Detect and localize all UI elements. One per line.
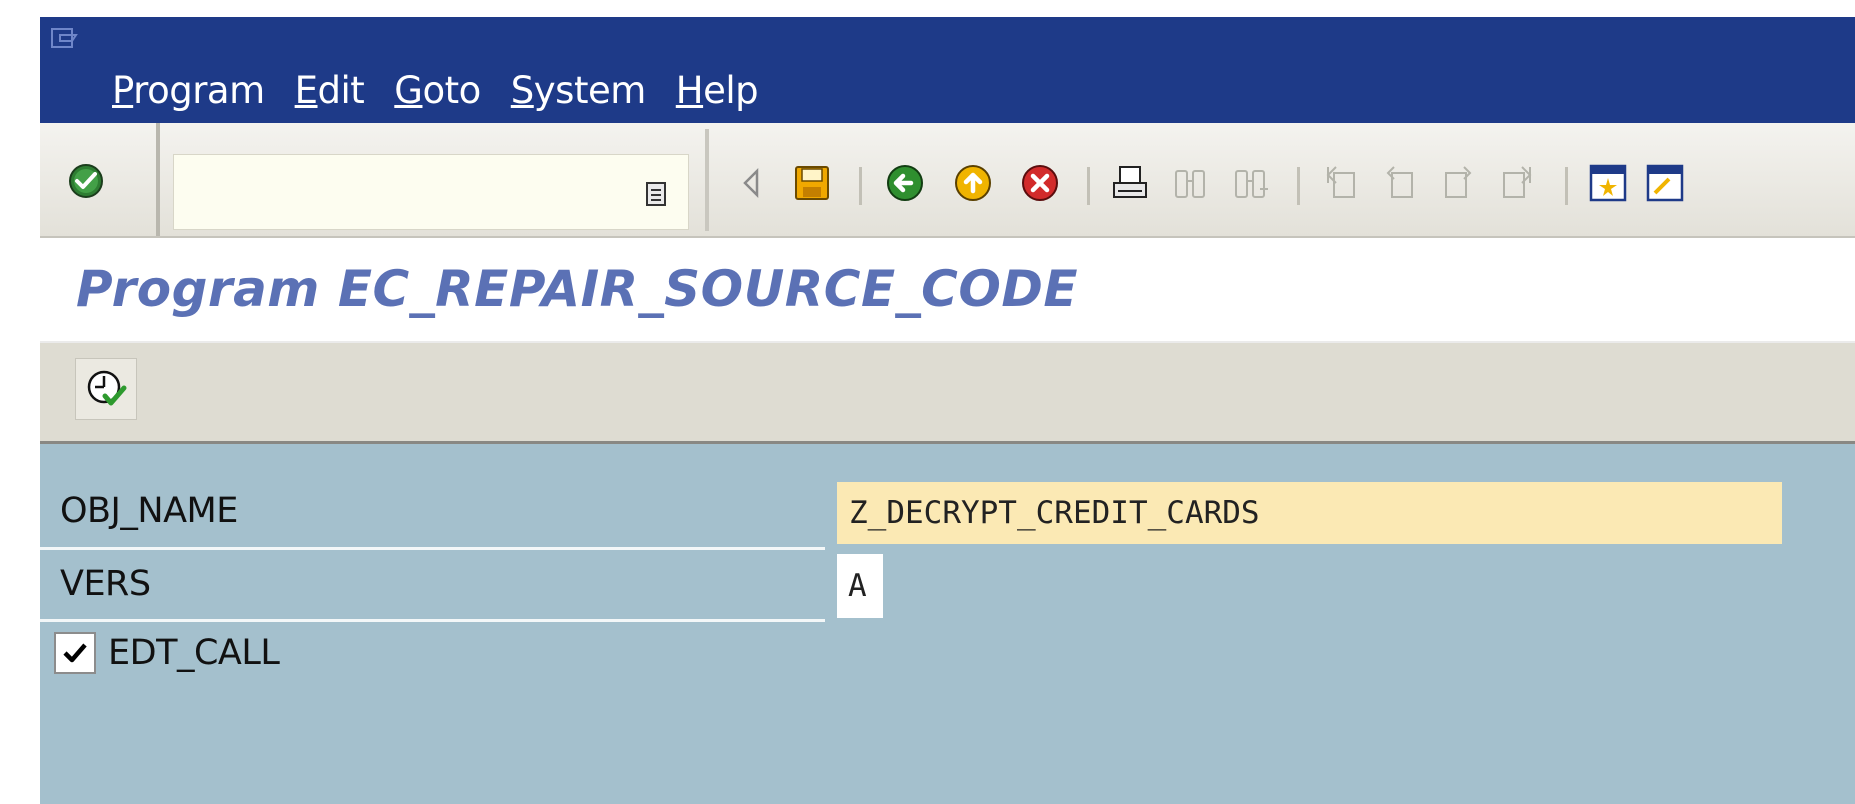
system-menu-icon[interactable] [50,25,78,51]
back-icon[interactable] [885,163,925,203]
selection-screen: OBJ_NAME Z_DECRYPT_CREDIT_CARDS VERS A E… [40,444,1855,804]
command-field-history-icon[interactable] [645,181,667,207]
exit-icon[interactable] [953,163,993,203]
toolbar-separator [1087,167,1090,205]
back-arrow-icon[interactable] [733,163,773,203]
obj-name-label: OBJ_NAME [60,491,238,531]
menu-edit[interactable]: Edit [295,69,365,113]
menu-help[interactable]: Help [676,69,759,113]
find-next-icon[interactable] [1230,163,1270,203]
next-page-icon[interactable] [1438,163,1478,203]
vers-input[interactable]: A [837,554,883,618]
previous-page-icon[interactable] [1380,163,1420,203]
command-field[interactable] [173,154,689,230]
menu-goto[interactable]: Goto [394,69,481,113]
print-icon[interactable] [1110,163,1150,203]
menu-system[interactable]: System [511,69,647,113]
menu: Program Edit Goto System Help [112,69,788,113]
edt-call-checkbox[interactable] [54,632,96,674]
save-icon[interactable] [792,163,832,203]
enter-icon[interactable] [68,163,104,199]
menu-program[interactable]: Program [112,69,265,113]
page-title: Program EC_REPAIR_SOURCE_CODE [76,260,1078,318]
toolbar-separator [859,167,862,205]
create-session-icon[interactable] [1588,163,1628,203]
toolbar-separator [1565,167,1568,205]
application-toolbar [40,343,1855,444]
obj-name-input[interactable]: Z_DECRYPT_CREDIT_CARDS [837,482,1782,544]
title-bar: Program EC_REPAIR_SOURCE_CODE [40,238,1855,343]
vers-label: VERS [60,564,151,604]
find-icon[interactable] [1170,163,1210,203]
toolbar-left-section [40,123,160,236]
generate-shortcut-icon[interactable] [1645,163,1685,203]
last-page-icon[interactable] [1496,163,1536,203]
first-page-icon[interactable] [1322,163,1362,203]
toolbar-separator [1297,167,1300,205]
edt-call-label: EDT_CALL [108,633,280,673]
sap-window: Program Edit Goto System Help Program EC… [40,17,1855,804]
menu-bar: Program Edit Goto System Help [40,17,1855,123]
execute-button[interactable] [75,358,137,420]
execute-icon [87,370,127,406]
cancel-icon[interactable] [1020,163,1060,203]
toolbar-separator [705,129,709,231]
standard-toolbar [40,123,1855,238]
checkmark-icon [63,643,87,663]
field-divider [40,547,825,550]
